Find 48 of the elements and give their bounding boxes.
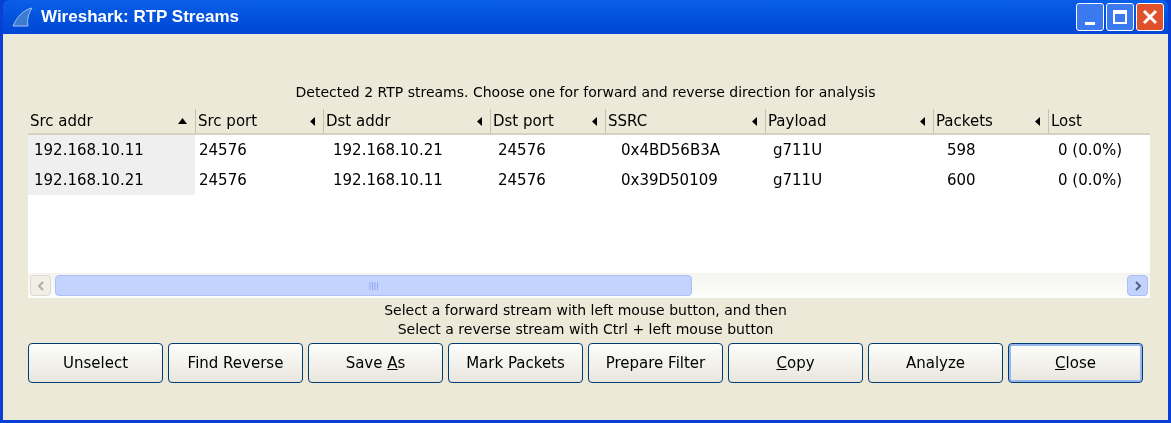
table-cell: 192.168.10.11	[28, 135, 195, 165]
table-cell-text: 192.168.10.21	[332, 139, 444, 161]
dialog-button[interactable]: Prepare Filter	[588, 343, 723, 383]
chevron-right-icon	[1133, 280, 1142, 291]
horizontal-scrollbar[interactable]	[28, 273, 1150, 298]
summary-text: Detected 2 RTP streams. Choose one for forward and reverse direction for analysis	[295, 83, 876, 102]
table-cell-text: 600	[946, 169, 977, 191]
table-cell: 192.168.10.21	[28, 165, 195, 195]
dialog-button[interactable]: Find Reverse	[168, 343, 303, 383]
close-button[interactable]	[1136, 3, 1164, 31]
chevron-left-icon	[36, 280, 45, 291]
dialog-button[interactable]: Mark Packets	[448, 343, 583, 383]
stream-row[interactable]: 192.168.10.11 24576 192.168.10.21 24576 0x4BD56B3A g711U 598 0 (0.0%)	[28, 135, 1150, 165]
stream-row[interactable]: 192.168.10.21 24576 192.168.10.11 24576 0x39D50109 g711U 600 0 (0.0%)	[28, 165, 1150, 195]
minimize-button[interactable]	[1076, 3, 1104, 31]
shark-fin-icon	[11, 7, 33, 27]
scroll-thumb[interactable]	[55, 275, 692, 296]
dialog-button[interactable]: Copy	[728, 343, 863, 383]
column-header[interactable]: Lost	[1048, 109, 1150, 133]
column-header[interactable]: SSRC	[605, 109, 765, 133]
table-cell-text: 24576	[497, 139, 547, 161]
dialog-button[interactable]: Save As	[308, 343, 443, 383]
column-header[interactable]: Src port	[195, 109, 323, 133]
table-cell-text: 192.168.10.11	[332, 169, 444, 191]
table-cell-text: 24576	[198, 169, 248, 191]
scroll-right-button[interactable]	[1127, 275, 1148, 296]
instruction-text: Select a reverse stream with Ctrl + left mouse button	[397, 320, 774, 339]
table-cell-text: g711U	[772, 139, 824, 161]
table-cell-text: 0x4BD56B3A	[620, 139, 721, 161]
dialog-button[interactable]: Analyze	[868, 343, 1003, 383]
column-header[interactable]: Packets	[933, 109, 1048, 133]
table-cell-text: 0x39D50109	[620, 169, 719, 191]
window-title: Wireshark: RTP Streams	[41, 6, 239, 29]
column-header[interactable]: Dst port	[490, 109, 605, 133]
table-cell-text: 598	[946, 139, 977, 161]
table-cell-text: 0 (0.0%)	[1057, 139, 1124, 161]
table-cell-text: 24576	[198, 139, 248, 161]
maximize-button[interactable]	[1106, 3, 1134, 31]
dialog-button[interactable]: Close	[1008, 343, 1143, 383]
table-cell-text: g711U	[772, 169, 824, 191]
close-icon	[1142, 9, 1158, 25]
instruction-text: Select a forward stream with left mouse button, and then	[384, 301, 787, 320]
column-header[interactable]: Payload	[765, 109, 933, 133]
table-cell-text: 24576	[497, 169, 547, 191]
column-header[interactable]: Src addr	[28, 109, 195, 133]
column-header[interactable]: Dst addr	[323, 109, 490, 133]
dialog-button[interactable]: Unselect	[28, 343, 163, 383]
table-cell-text: 0 (0.0%)	[1057, 169, 1124, 191]
